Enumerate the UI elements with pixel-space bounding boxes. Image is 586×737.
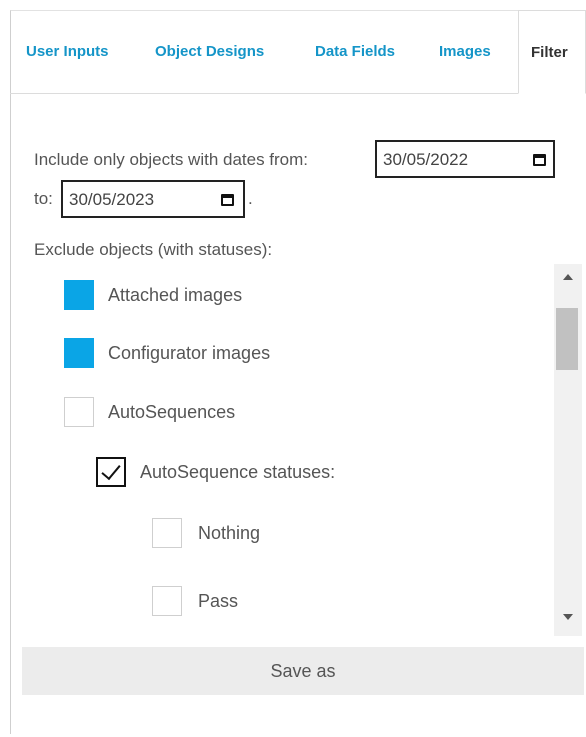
tab-user-inputs[interactable]: User Inputs [26, 10, 109, 94]
item-label: Attached images [108, 285, 243, 305]
tab-filter[interactable]: Filter [518, 10, 586, 94]
tab-object-designs[interactable]: Object Designs [155, 10, 264, 94]
exclude-status-list[interactable]: Attached images Configurator images Auto… [22, 264, 584, 636]
exclude-heading: Exclude objects (with statuses): [34, 240, 273, 259]
date-from-input[interactable]: 30/05/2022 [375, 140, 555, 178]
checkbox[interactable] [64, 338, 94, 368]
item-label: Pass [198, 591, 239, 611]
date-from-value: 30/05/2022 [383, 150, 469, 169]
date-filter-suffix: . [248, 189, 253, 208]
calendar-icon[interactable] [221, 194, 234, 206]
list-item[interactable]: AutoSequences [64, 397, 464, 427]
item-label: AutoSequences [108, 402, 236, 422]
date-to-input[interactable]: 30/05/2023 [61, 180, 245, 218]
scroll-up-arrow-icon[interactable] [563, 274, 573, 280]
checkbox[interactable] [152, 586, 182, 616]
date-to-label: to: [34, 189, 53, 208]
list-item[interactable]: Configurator images [64, 338, 464, 368]
item-label: Configurator images [108, 343, 271, 363]
date-filter-prefix: Include only objects with dates from: [34, 150, 309, 169]
list-item[interactable]: Nothing [152, 518, 452, 548]
list-item[interactable]: Pass [152, 586, 452, 616]
checkbox[interactable] [96, 457, 126, 487]
scrollbar-thumb[interactable] [556, 308, 578, 370]
tab-images[interactable]: Images [439, 10, 491, 94]
calendar-icon[interactable] [533, 154, 546, 166]
save-as-button[interactable]: Save as [22, 647, 584, 695]
list-item[interactable]: Attached images [64, 280, 464, 310]
checkbox[interactable] [64, 397, 94, 427]
list-scrollbar[interactable] [554, 264, 582, 636]
checkmark-icon [101, 459, 121, 481]
date-to-value: 30/05/2023 [69, 190, 155, 209]
checkbox[interactable] [64, 280, 94, 310]
tab-data-fields[interactable]: Data Fields [315, 10, 395, 94]
item-label: AutoSequence statuses: [140, 462, 336, 482]
scroll-down-arrow-icon[interactable] [563, 614, 573, 620]
checkbox[interactable] [152, 518, 182, 548]
item-label: Nothing [198, 523, 261, 543]
list-item[interactable]: AutoSequence statuses: [96, 457, 496, 487]
tab-bar: User Inputs Object Designs Data Fields I… [10, 10, 586, 94]
